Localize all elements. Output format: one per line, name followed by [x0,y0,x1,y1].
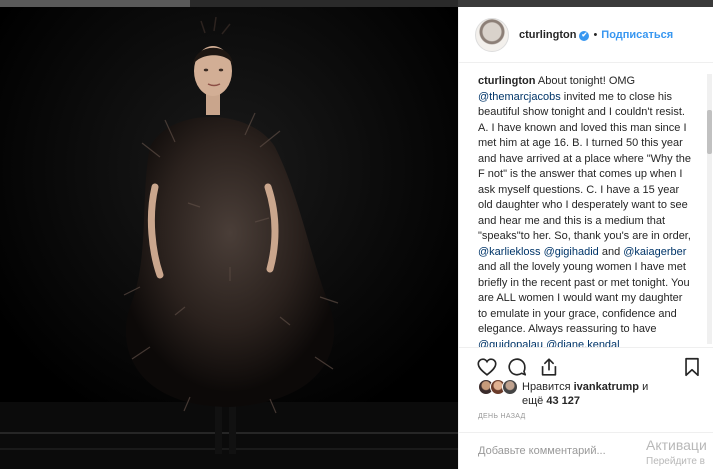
mention-link[interactable]: @themarcjacobs [478,91,561,103]
likes-summary: Нравится ivankatrump и ещё 43 127 [478,377,708,407]
caption-text: invited me to close his beautiful show t… [478,90,692,243]
caption-text: and all the lovely young women I have me… [478,261,690,335]
likes-more-prefix: ещё [522,395,547,407]
windows-activation-watermark: Активаци [646,437,707,453]
post-caption: cturlington About tonight! OMG @themarcj… [459,64,702,347]
mention-link[interactable]: @guidopalau [478,339,543,348]
caption-scrollbar[interactable] [707,74,712,344]
background-thumbnail-middle [190,0,458,7]
post-side-panel: cturlington ✔ • Подписаться cturlington A… [458,7,713,469]
runway-photo-illustration [0,7,458,469]
heart-icon[interactable] [476,356,498,378]
liker-avatar[interactable] [502,379,518,395]
likes-conjunction: и [639,381,649,393]
background-thumbnail-left [0,0,190,7]
header-separator: • [593,28,598,41]
liker-username-link[interactable]: ivankatrump [574,381,639,393]
caption-username-link[interactable]: cturlington [478,75,535,87]
verified-badge-icon: ✔ [579,30,590,41]
scrollbar-thumb[interactable] [707,110,712,154]
likes-count-link[interactable]: 43 127 [546,395,580,407]
bookmark-icon[interactable] [681,356,703,378]
mention-link[interactable]: @kaiagerber [623,246,686,258]
username-link[interactable]: cturlington ✔ [519,28,590,41]
avatar[interactable] [475,17,509,52]
share-icon[interactable] [538,356,560,378]
mention-link[interactable]: @karliekloss [478,246,541,258]
likes-text: Нравится ivankatrump и ещё 43 127 [522,380,702,408]
caption-scroll-area[interactable]: cturlington About tonight! OMG @themarcj… [459,64,713,347]
post-timestamp[interactable]: ДЕНЬ НАЗАД [478,413,526,420]
post-header: cturlington ✔ • Подписаться [459,7,713,63]
comment-input-placeholder[interactable]: Добавьте комментарий... [478,445,606,457]
caption-text: About tonight! OMG [535,75,636,87]
liker-avatars[interactable] [478,379,520,395]
windows-activation-hint: Перейдите в [646,456,705,467]
mention-link[interactable]: @diane.kendal [546,339,620,348]
username-text: cturlington [519,28,577,41]
caption-text: and [598,245,624,258]
comment-icon[interactable] [506,356,528,378]
background-page-strip [0,0,713,7]
mention-link[interactable]: @gigihadid [544,246,599,258]
likes-prefix: Нравится [522,381,574,393]
follow-button[interactable]: Подписаться [601,29,673,41]
post-photo[interactable] [0,7,458,469]
